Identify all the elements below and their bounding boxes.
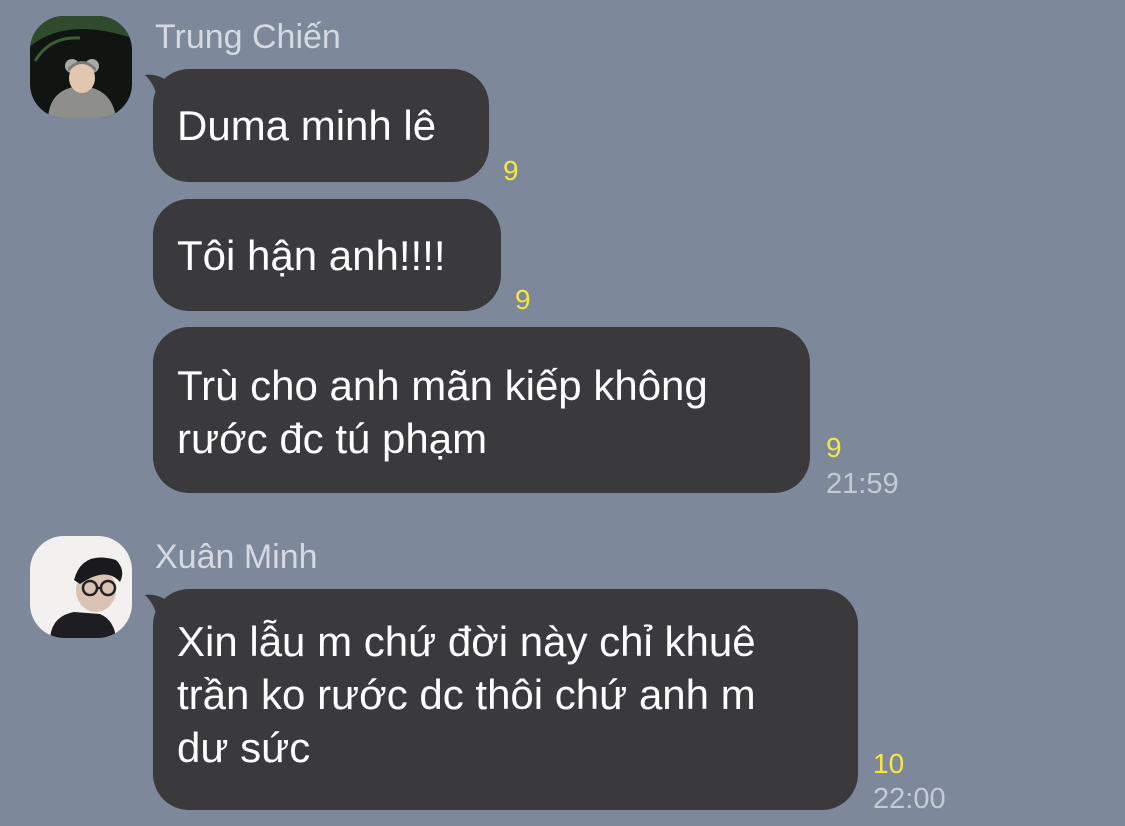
read-count: 10 <box>873 748 905 779</box>
message-timestamp: 22:00 <box>873 783 946 815</box>
message-text: Tôi hận anh!!!! <box>177 232 446 279</box>
message-bubble[interactable]: Xin lẫu m chứ đời này chỉ khuê trần ko r… <box>153 589 858 810</box>
read-count: 9 <box>515 284 531 315</box>
message-text-line: rước đc tú phạm <box>177 415 488 462</box>
sender-name: Trung Chiến <box>155 18 341 56</box>
sender-name: Xuân Minh <box>155 538 318 576</box>
read-count: 9 <box>503 155 519 186</box>
message-text-line: trần ko rước dc thôi chứ anh m <box>177 671 756 718</box>
message-bubble[interactable]: Tôi hận anh!!!! <box>153 199 501 311</box>
message-text-line: dư sức <box>177 724 311 771</box>
message-text-line: Trù cho anh mãn kiếp không <box>177 362 708 409</box>
message-text: Duma minh lê <box>177 102 437 149</box>
message-timestamp: 21:59 <box>826 468 899 500</box>
read-count: 9 <box>826 432 842 463</box>
sender-avatar[interactable] <box>30 16 132 118</box>
user-avatar-icon <box>30 536 132 638</box>
message-bubble[interactable]: Duma minh lê <box>153 69 489 182</box>
sender-avatar[interactable] <box>30 536 132 638</box>
message-text-line: Xin lẫu m chứ đời này chỉ khuê <box>177 618 756 665</box>
message-bubble[interactable]: Trù cho anh mãn kiếp không rước đc tú ph… <box>153 327 810 493</box>
user-avatar-icon <box>30 16 132 118</box>
